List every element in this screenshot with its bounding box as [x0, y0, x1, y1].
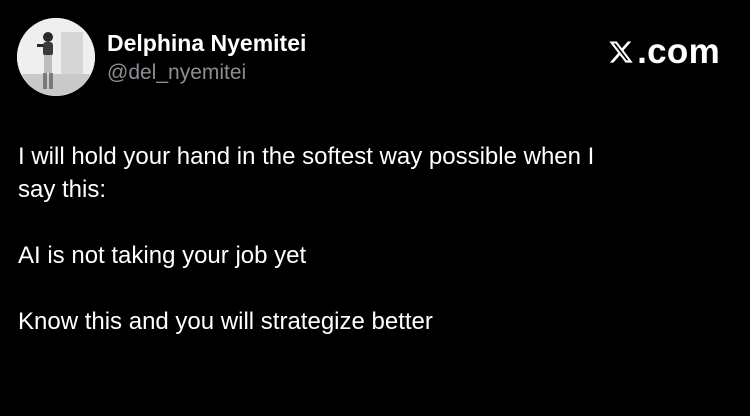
tweet-text: I will hold your hand in the softest way…	[18, 140, 728, 338]
brand-text: .com	[637, 32, 720, 71]
display-name[interactable]: Delphina Nyemitei	[107, 29, 306, 57]
x-brand: .com	[608, 26, 720, 78]
profile-photo	[17, 18, 95, 96]
x-logo-icon	[609, 41, 633, 63]
tweet-line: say this:	[18, 176, 107, 203]
tweet-line: I will hold your hand in the softest way…	[18, 143, 595, 170]
tweet-line: AI is not taking your job yet	[18, 242, 307, 269]
tweet-card: Delphina Nyemitei @del_nyemitei .com I w…	[0, 0, 750, 416]
avatar[interactable]	[17, 18, 95, 96]
tweet-line: Know this and you will strategize better	[18, 308, 433, 335]
user-handle[interactable]: @del_nyemitei	[107, 60, 306, 86]
author-info: Delphina Nyemitei @del_nyemitei	[107, 29, 306, 86]
